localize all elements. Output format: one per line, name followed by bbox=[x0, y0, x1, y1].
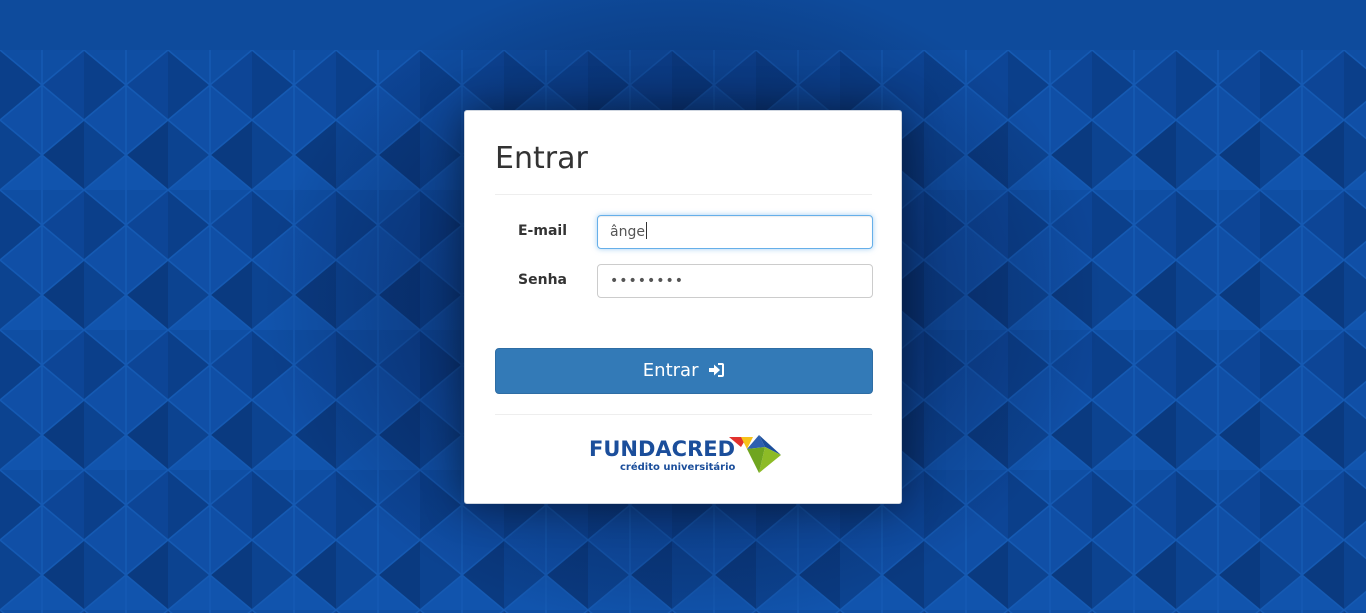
password-value: •••••••• bbox=[610, 273, 685, 289]
top-band bbox=[0, 0, 1366, 50]
login-page: Entrar E-mail ânge Senha •••••••• Entrar… bbox=[0, 0, 1366, 613]
sign-in-icon bbox=[708, 351, 725, 395]
email-input[interactable]: ânge bbox=[597, 215, 873, 249]
password-input[interactable]: •••••••• bbox=[597, 264, 873, 298]
logo-mark-icon bbox=[729, 435, 781, 473]
divider bbox=[495, 194, 872, 195]
logo-wordmark: FUNDACRED bbox=[589, 437, 736, 461]
email-value: ânge bbox=[610, 224, 645, 240]
divider bbox=[495, 414, 872, 415]
page-title: Entrar bbox=[495, 141, 588, 176]
login-card: Entrar E-mail ânge Senha •••••••• Entrar… bbox=[464, 110, 902, 504]
password-label: Senha bbox=[518, 272, 567, 288]
text-caret bbox=[645, 222, 647, 239]
fundacred-logo: FUNDACRED crédito universitário bbox=[589, 433, 781, 475]
submit-button-label: Entrar bbox=[642, 360, 699, 381]
logo-tagline: crédito universitário bbox=[620, 462, 736, 473]
email-label: E-mail bbox=[517, 223, 567, 239]
submit-button[interactable]: Entrar bbox=[495, 348, 873, 394]
